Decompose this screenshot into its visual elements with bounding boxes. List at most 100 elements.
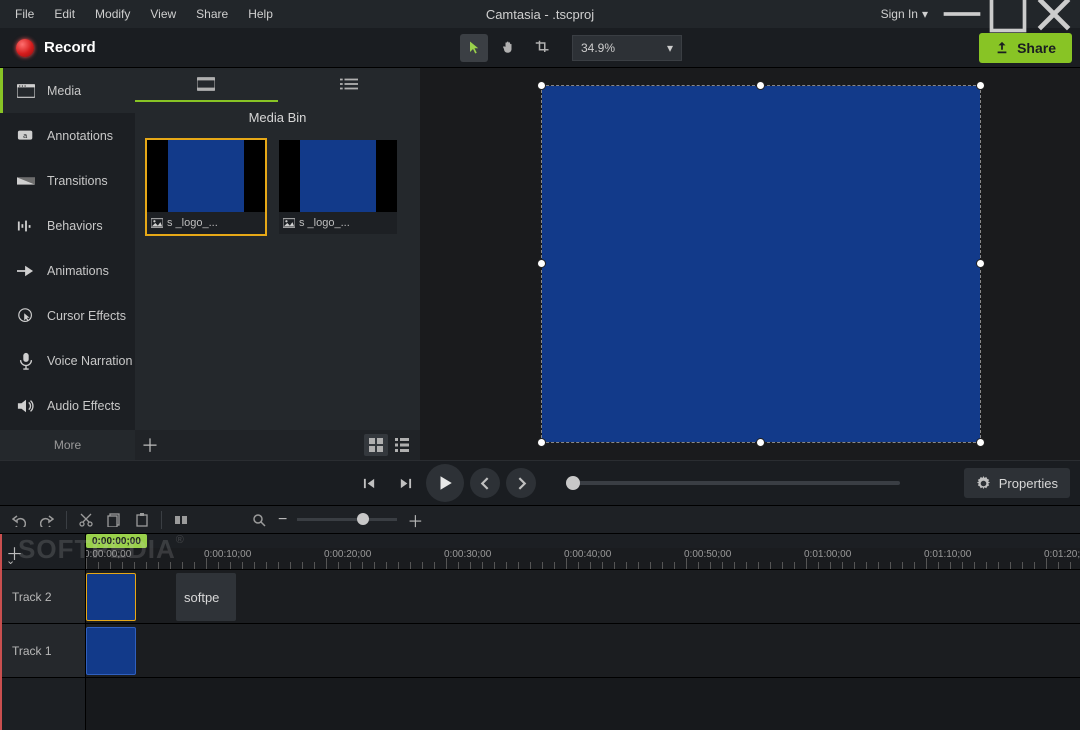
bin-tab-library[interactable] xyxy=(278,68,421,102)
filmstrip-icon xyxy=(197,77,215,91)
window-maximize-button[interactable] xyxy=(986,0,1030,28)
sidebar-item-voice-narration[interactable]: Voice Narration xyxy=(0,338,135,383)
paste-button[interactable] xyxy=(133,511,151,529)
canvas-area[interactable] xyxy=(420,68,1080,460)
title-bar: File Edit Modify View Share Help Camtasi… xyxy=(0,0,1080,28)
menu-view[interactable]: View xyxy=(141,3,185,25)
play-button[interactable] xyxy=(426,464,464,502)
sidebar-item-label: Voice Narration xyxy=(47,354,132,368)
zoom-out-button[interactable]: − xyxy=(278,511,287,529)
slider-thumb[interactable] xyxy=(357,513,369,525)
tools-sidebar: Media a Annotations Transitions Behavior… xyxy=(0,68,135,460)
resize-handle[interactable] xyxy=(756,81,765,90)
time-tick-label: 0:00:50;00 xyxy=(684,549,731,560)
toolbar-row: Record 34.9% ▾ Share xyxy=(0,28,1080,68)
timeline-body[interactable]: 0:00:00;00 0:00:00;000:00:10;000:00:20;0… xyxy=(86,534,1080,730)
playback-bar: Properties xyxy=(0,460,1080,506)
cut-button[interactable] xyxy=(77,511,95,529)
menu-modify[interactable]: Modify xyxy=(86,3,139,25)
list-view-button[interactable] xyxy=(390,434,414,456)
timeline-clip-image[interactable] xyxy=(86,573,136,621)
record-icon xyxy=(16,39,34,57)
split-icon xyxy=(174,513,188,527)
sidebar-item-label: Media xyxy=(47,84,81,98)
resize-handle[interactable] xyxy=(537,81,546,90)
split-button[interactable] xyxy=(172,511,190,529)
track-row[interactable] xyxy=(86,624,1080,678)
time-ruler[interactable]: 0:00:00;000:00:10;000:00:20;000:00:30;00… xyxy=(86,548,1080,570)
behaviors-icon xyxy=(17,217,35,235)
track-label[interactable]: Track 2 xyxy=(0,570,85,624)
menu-file[interactable]: File xyxy=(6,3,43,25)
prev-frame-button[interactable] xyxy=(354,468,384,498)
resize-handle[interactable] xyxy=(537,259,546,268)
resize-handle[interactable] xyxy=(976,81,985,90)
bin-tab-media[interactable] xyxy=(135,68,278,102)
zoom-slider[interactable] xyxy=(297,518,397,521)
share-button[interactable]: Share xyxy=(979,33,1072,63)
slider-thumb[interactable] xyxy=(566,476,580,490)
sidebar-more-button[interactable]: More xyxy=(0,430,135,460)
redo-button[interactable] xyxy=(38,511,56,529)
sidebar-item-cursor-effects[interactable]: Cursor Effects xyxy=(0,293,135,338)
copy-icon xyxy=(107,513,121,527)
add-media-button[interactable]: ＋ xyxy=(135,432,165,458)
copy-button[interactable] xyxy=(105,511,123,529)
gear-icon xyxy=(976,476,991,491)
share-label: Share xyxy=(1017,40,1056,56)
undo-button[interactable] xyxy=(10,511,28,529)
sidebar-item-label: Transitions xyxy=(47,174,108,188)
sidebar-item-annotations[interactable]: a Annotations xyxy=(0,113,135,158)
zoom-fit-button[interactable] xyxy=(250,511,268,529)
timeline-clip-text[interactable]: softpe xyxy=(176,573,236,621)
resize-handle[interactable] xyxy=(756,438,765,447)
sidebar-item-animations[interactable]: Animations xyxy=(0,248,135,293)
crop-tool[interactable] xyxy=(528,34,556,62)
track-row[interactable]: softpe xyxy=(86,570,1080,624)
list-icon xyxy=(395,438,409,452)
properties-button[interactable]: Properties xyxy=(964,468,1070,498)
magnifier-icon xyxy=(252,513,266,527)
media-bin-title: Media Bin xyxy=(135,102,420,132)
track-menu-button[interactable]: ⌄ xyxy=(6,554,15,567)
playhead-time[interactable]: 0:00:00;00 xyxy=(86,534,147,548)
minimize-icon xyxy=(940,0,984,36)
step-back-button[interactable] xyxy=(470,468,500,498)
canvas-zoom-select[interactable]: 34.9% ▾ xyxy=(572,35,682,61)
pan-tool[interactable] xyxy=(494,34,522,62)
menu-share[interactable]: Share xyxy=(187,3,237,25)
resize-handle[interactable] xyxy=(976,259,985,268)
grid-view-button[interactable] xyxy=(364,434,388,456)
playback-slider[interactable] xyxy=(570,481,900,485)
record-button[interactable]: Record xyxy=(0,28,112,67)
timeline-zoom: − ＋ xyxy=(278,508,423,532)
media-clip[interactable]: s _logo_... xyxy=(279,140,397,234)
resize-handle[interactable] xyxy=(976,438,985,447)
sidebar-item-label: Behaviors xyxy=(47,219,103,233)
zoom-in-button[interactable]: ＋ xyxy=(407,508,423,532)
share-icon xyxy=(995,41,1009,55)
sidebar-item-behaviors[interactable]: Behaviors xyxy=(0,203,135,248)
sidebar-item-label: Annotations xyxy=(47,129,113,143)
step-forward-button[interactable] xyxy=(506,468,536,498)
close-icon xyxy=(1032,0,1076,36)
timeline-clip-image[interactable] xyxy=(86,627,136,675)
hand-icon xyxy=(501,40,516,55)
menu-edit[interactable]: Edit xyxy=(45,3,84,25)
resize-handle[interactable] xyxy=(537,438,546,447)
timeline: SOFTPEDIA® ＋ ⌄ Track 2 Track 1 0:00:00;0… xyxy=(0,534,1080,730)
track-label[interactable]: Track 1 xyxy=(0,624,85,678)
canvas-selection[interactable] xyxy=(542,86,980,442)
sidebar-item-audio-effects[interactable]: Audio Effects xyxy=(0,383,135,428)
chevron-right-icon xyxy=(515,477,528,490)
sidebar-item-media[interactable]: Media xyxy=(0,68,135,113)
list-icon xyxy=(340,77,358,91)
select-tool[interactable] xyxy=(460,34,488,62)
window-close-button[interactable] xyxy=(1032,0,1076,28)
sidebar-item-transitions[interactable]: Transitions xyxy=(0,158,135,203)
window-minimize-button[interactable] xyxy=(940,0,984,28)
sign-in-button[interactable]: Sign In ▾ xyxy=(871,3,938,25)
next-frame-button[interactable] xyxy=(390,468,420,498)
menu-help[interactable]: Help xyxy=(239,3,282,25)
media-clip[interactable]: s _logo_... xyxy=(147,140,265,234)
